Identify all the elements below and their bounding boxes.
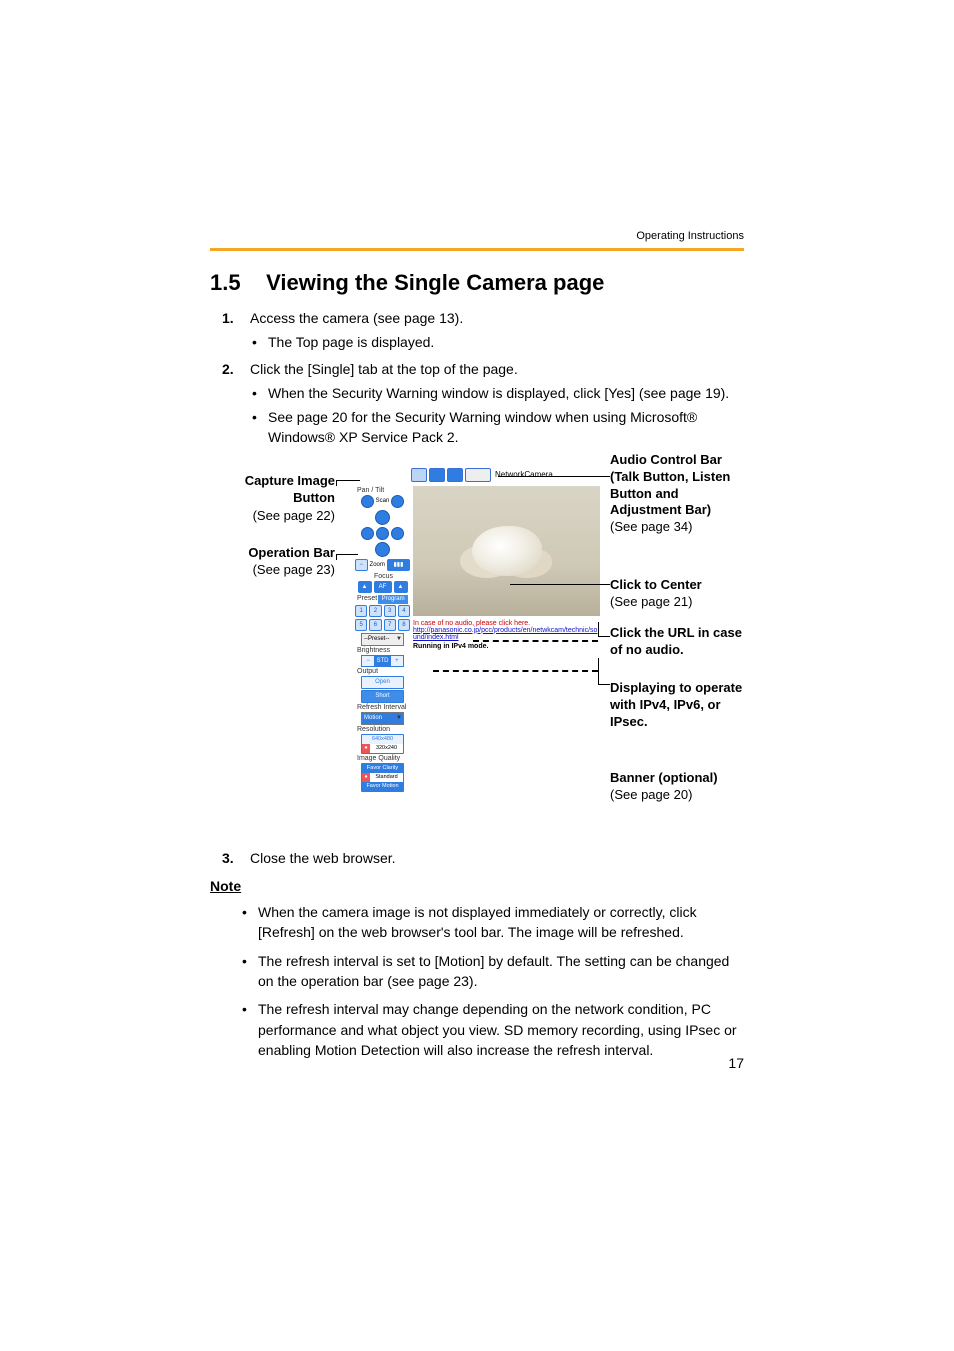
leader-line [336, 554, 358, 555]
step-2-sub-2: See page 20 for the Security Warning win… [250, 407, 744, 448]
vol-bar-icon[interactable] [465, 468, 491, 482]
step-text: Close the web browser. [250, 850, 396, 866]
running-header: Operating Instructions [636, 230, 744, 242]
pan-left-icon[interactable] [361, 527, 374, 540]
iq-clarity[interactable]: Favor Clarity [362, 764, 403, 773]
step-2: 2. Click the [Single] tab at the top of … [210, 359, 744, 448]
leader-line [336, 554, 337, 560]
camera-view[interactable] [413, 486, 600, 616]
talk-icon[interactable] [429, 468, 445, 482]
step-number: 2. [222, 359, 234, 379]
pan-home-icon[interactable] [376, 527, 389, 540]
leader-line [336, 480, 360, 481]
section-title: Viewing the Single Camera page [266, 270, 604, 295]
pan-right-icon[interactable] [391, 527, 404, 540]
leader-line [498, 476, 610, 477]
preset-label: Preset [357, 595, 377, 604]
zoom-out-button[interactable]: − [355, 559, 368, 571]
output-label: Output [357, 668, 410, 675]
step-2-sub-1: When the Security Warning window is disp… [250, 383, 744, 403]
brightness-label: Brightness [357, 647, 410, 654]
focus-label: Focus [357, 573, 410, 580]
preset-5-button[interactable]: 5 [355, 619, 367, 631]
camera-screenshot: NetworkCamera Pan / Tilt Scan −Zoom▮▮▮ F… [355, 468, 600, 768]
brightness-minus[interactable]: − [361, 655, 375, 667]
leader-line [336, 480, 337, 486]
callout-operation-bar: Operation Bar (See page 23) [200, 544, 335, 579]
iq-standard[interactable]: ●Standard [362, 773, 403, 782]
callout-ipv4-mode: Displaying to operate with IPv4, IPv6, o… [610, 680, 745, 731]
pan-up-icon[interactable] [375, 510, 390, 525]
note-heading: Note [210, 878, 744, 894]
no-audio-text: In case of no audio, please click here. [413, 620, 600, 627]
note-1: When the camera image is not displayed i… [240, 902, 744, 943]
page-number: 17 [728, 1055, 744, 1071]
callout-banner: Banner (optional) (See page 20) [610, 770, 745, 804]
res-320[interactable]: ●320x240 [362, 744, 403, 753]
no-audio-link[interactable]: http://panasonic.co.jp/pcc/products/en/n… [413, 627, 600, 641]
focus-af-button[interactable]: AF [374, 581, 392, 593]
image-quality-label: Image Quality [357, 755, 410, 762]
program-button[interactable]: Program [378, 595, 408, 604]
listen-icon[interactable] [447, 468, 463, 482]
capture-icon[interactable] [411, 468, 427, 482]
preset-8-button[interactable]: 8 [398, 619, 410, 631]
figure: Capture Image Button (See page 22) Opera… [210, 462, 744, 832]
leader-line [598, 684, 610, 685]
leader-line [598, 636, 610, 637]
callout-audio-control: Audio Control Bar (Talk Button, Listen B… [610, 452, 745, 536]
preset-4-button[interactable]: 4 [398, 605, 410, 617]
output-open-button[interactable]: Open [361, 676, 404, 689]
scan-label: Scan [376, 498, 390, 504]
header-rule [210, 248, 744, 251]
focus-far-button[interactable]: ▲ [394, 581, 408, 593]
ipv4-mode-text: Running in IPv4 mode. [413, 643, 600, 650]
refresh-label: Refresh Interval [357, 704, 410, 711]
note-2: The refresh interval is set to [Motion] … [240, 951, 744, 992]
resolution-group: 640x480 ●320x240 [361, 734, 404, 754]
pan-down-icon[interactable] [375, 542, 390, 557]
output-short-button[interactable]: Short [361, 690, 404, 703]
note-3: The refresh interval may change dependin… [240, 999, 744, 1060]
leader-line [510, 584, 610, 585]
camera-title: NetworkCamera [495, 470, 553, 479]
preset-1-button[interactable]: 1 [355, 605, 367, 617]
preset-6-button[interactable]: 6 [369, 619, 381, 631]
image-quality-group: Favor Clarity ●Standard Favor Motion [361, 763, 404, 792]
resolution-label: Resolution [357, 726, 410, 733]
leader-line [598, 622, 599, 636]
step-1-sub-1: The Top page is displayed. [250, 332, 744, 352]
leader-line [598, 658, 599, 684]
zoom-label: Zoom [370, 562, 385, 568]
camera-image [472, 526, 542, 576]
preset-dropdown[interactable]: --Preset-- [361, 633, 404, 646]
callout-no-audio-url: Click the URL in case of no audio. [610, 625, 745, 659]
section-number: 1.5 [210, 270, 260, 296]
step-number: 1. [222, 308, 234, 328]
scan-right-icon[interactable] [391, 495, 404, 508]
dashed-leader-2 [433, 670, 598, 672]
brightness-std[interactable]: STD [375, 655, 389, 667]
step-text: Click the [Single] tab at the top of the… [250, 361, 518, 377]
scan-left-icon[interactable] [361, 495, 374, 508]
callout-capture-image: Capture Image Button (See page 22) [200, 472, 335, 525]
section-heading: 1.5 Viewing the Single Camera page [210, 270, 744, 296]
preset-3-button[interactable]: 3 [384, 605, 396, 617]
iq-motion[interactable]: Favor Motion [362, 782, 403, 791]
preset-7-button[interactable]: 7 [384, 619, 396, 631]
brightness-plus[interactable]: + [390, 655, 404, 667]
step-number: 3. [222, 848, 234, 868]
preset-2-button[interactable]: 2 [369, 605, 381, 617]
zoom-in-button[interactable]: ▮▮▮ [387, 559, 410, 571]
step-1: 1. Access the camera (see page 13). The … [210, 308, 744, 353]
callout-click-center: Click to Center (See page 21) [610, 577, 745, 611]
dashed-leader-1 [473, 640, 598, 642]
refresh-dropdown[interactable]: Motion [361, 712, 404, 725]
pantilt-label: Pan / Tilt [357, 487, 410, 494]
focus-near-button[interactable]: ▲ [358, 581, 372, 593]
step-3: 3. Close the web browser. [210, 848, 744, 868]
res-640[interactable]: 640x480 [362, 735, 403, 744]
operation-sidebar: Pan / Tilt Scan −Zoom▮▮▮ Focus ▲AF▲ Pres… [355, 486, 410, 793]
step-text: Access the camera (see page 13). [250, 310, 463, 326]
